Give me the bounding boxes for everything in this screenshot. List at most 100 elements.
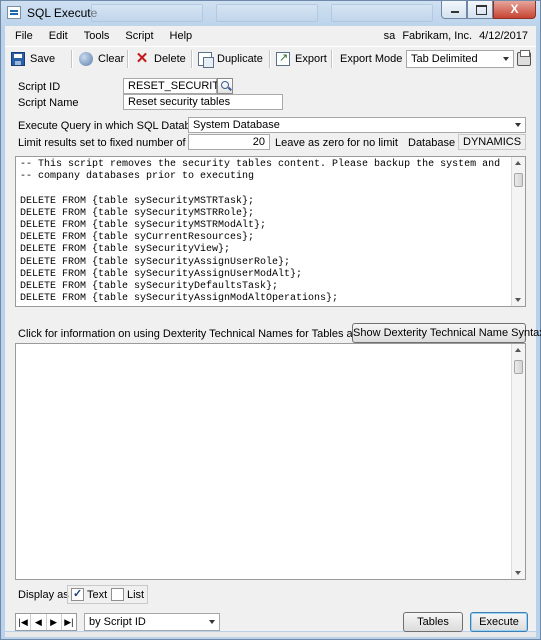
scroll-thumb[interactable]	[514, 173, 523, 187]
window-controls: X	[441, 1, 536, 20]
toolbar: Save Clear ✕ Delete Duplicate Export Exp…	[5, 46, 536, 72]
sort-by-value: by Script ID	[89, 616, 146, 628]
menu-tools[interactable]: Tools	[76, 30, 118, 42]
scroll-up-icon[interactable]	[515, 161, 521, 165]
maximize-button[interactable]	[467, 1, 493, 19]
scroll-down-icon[interactable]	[515, 571, 521, 575]
status-bar	[5, 632, 536, 637]
results-scrollbar[interactable]	[511, 344, 525, 579]
script-line: DELETE FROM {table sySecurityView};	[20, 244, 231, 256]
script-name-field[interactable]: Reset security tables	[123, 94, 283, 110]
script-id-value: RESET_SECURITY	[128, 80, 227, 92]
background-window-title	[91, 4, 203, 22]
window-title: SQL Execute	[27, 6, 98, 20]
company-name: Fabrikam, Inc.	[402, 30, 472, 42]
menu-help[interactable]: Help	[162, 30, 201, 42]
chevron-down-icon	[503, 57, 509, 61]
limit-lines-label: Limit results set to fixed number of lin…	[18, 137, 212, 149]
save-button[interactable]: Save	[11, 51, 55, 67]
sort-by-select[interactable]: by Script ID	[84, 613, 220, 631]
results-area[interactable]	[15, 343, 526, 580]
script-editor[interactable]: -- This script removes the security tabl…	[15, 156, 526, 307]
display-as-label: Display as	[18, 589, 69, 601]
background-window-title	[216, 4, 318, 22]
duplicate-label: Duplicate	[217, 53, 263, 65]
close-button[interactable]: X	[493, 1, 536, 19]
save-label: Save	[30, 53, 56, 65]
text-checkbox[interactable]	[71, 587, 84, 601]
script-line: DELETE FROM {table sySecurityAssignModAl…	[20, 293, 339, 305]
database-display: DYNAMICS	[458, 134, 526, 150]
clear-button[interactable]: Clear	[79, 51, 124, 67]
limit-hint: Leave as zero for no limit	[275, 137, 398, 149]
export-mode-label: Export Mode	[340, 51, 402, 67]
script-line: DELETE FROM {table syCurrentResources};	[20, 232, 255, 244]
user-date: 4/12/2017	[479, 30, 528, 42]
database-query-value: System Database	[193, 119, 280, 131]
toolbar-separator	[71, 50, 73, 68]
chevron-down-icon	[209, 620, 215, 624]
menu-script[interactable]: Script	[117, 30, 161, 42]
script-id-field[interactable]: RESET_SECURITY	[123, 78, 226, 94]
scroll-up-icon[interactable]	[515, 348, 521, 352]
script-line: DELETE FROM {table sySecurityAssignUserM…	[20, 268, 303, 280]
list-option-label: List	[127, 589, 145, 601]
text-option-label: Text	[87, 589, 108, 601]
user-name: sa	[383, 30, 396, 42]
clear-label: Clear	[98, 53, 125, 65]
next-record-button[interactable]: ▶	[47, 614, 62, 630]
toolbar-separator	[127, 50, 129, 68]
script-scrollbar[interactable]	[511, 157, 525, 306]
script-line: -- This script removes the security tabl…	[20, 159, 501, 170]
list-checkbox[interactable]	[111, 588, 124, 601]
print-icon	[517, 50, 531, 66]
show-syntax-button[interactable]: Show Dexterity Technical Name Syntax	[352, 323, 541, 343]
menu-file[interactable]: File	[5, 30, 41, 42]
limit-lines-field[interactable]: 20	[188, 134, 270, 150]
export-mode-select[interactable]: Tab Delimited	[406, 50, 514, 68]
form-panel: Script ID RESET_SECURITY Script Name Res…	[5, 71, 541, 632]
script-line: DELETE FROM {table sySecurityAssignUserR…	[20, 256, 291, 268]
sql-execute-window: SQL Execute X File Edit Tools Script Hel…	[0, 0, 541, 640]
lookup-icon[interactable]	[217, 78, 233, 94]
first-record-button[interactable]: |◀	[16, 614, 32, 630]
export-label: Export	[295, 53, 327, 65]
last-record-button[interactable]: ▶|	[62, 614, 76, 630]
previous-record-button[interactable]: ◀	[31, 614, 47, 630]
script-name-label: Script Name	[18, 97, 79, 109]
execute-button[interactable]: Execute	[470, 612, 528, 632]
script-text[interactable]: -- This script removes the security tabl…	[20, 159, 500, 305]
chevron-down-icon	[515, 123, 521, 127]
minimize-icon	[451, 11, 459, 13]
script-line: DELETE FROM {table sySecurityDefaultsTas…	[20, 281, 279, 293]
maximize-icon	[476, 5, 487, 15]
limit-lines-value: 20	[252, 136, 265, 148]
delete-label: Delete	[154, 53, 186, 65]
export-button[interactable]: Export	[276, 51, 327, 67]
database-query-label: Execute Query in which SQL Database	[18, 120, 209, 132]
script-id-label: Script ID	[18, 81, 61, 93]
database-label: Database	[408, 137, 456, 149]
minimize-button[interactable]	[441, 1, 467, 19]
script-line: DELETE FROM {table sySecurityMSTRRole};	[20, 207, 255, 219]
scroll-down-icon[interactable]	[515, 298, 521, 302]
duplicate-button[interactable]: Duplicate	[198, 51, 263, 68]
menu-edit[interactable]: Edit	[41, 30, 76, 42]
delete-button[interactable]: ✕ Delete	[135, 51, 186, 67]
export-mode-text: Export Mode	[340, 53, 403, 65]
script-name-value: Reset security tables	[128, 96, 231, 108]
script-line	[20, 183, 500, 195]
delete-icon: ✕	[135, 50, 149, 67]
export-mode-value: Tab Delimited	[411, 53, 478, 65]
clear-icon	[79, 52, 93, 66]
tables-button[interactable]: Tables	[403, 612, 463, 632]
save-icon	[11, 52, 25, 66]
app-icon	[7, 6, 21, 19]
toolbar-separator	[331, 50, 333, 68]
print-button[interactable]	[517, 50, 536, 67]
scroll-thumb[interactable]	[514, 360, 523, 374]
title-bar[interactable]: SQL Execute X	[1, 1, 540, 25]
database-query-select[interactable]: System Database	[188, 117, 526, 133]
info-text: Click for information on using Dexterity…	[18, 328, 401, 340]
script-line: DELETE FROM {table sySecurityMSTRTask};	[20, 195, 255, 207]
